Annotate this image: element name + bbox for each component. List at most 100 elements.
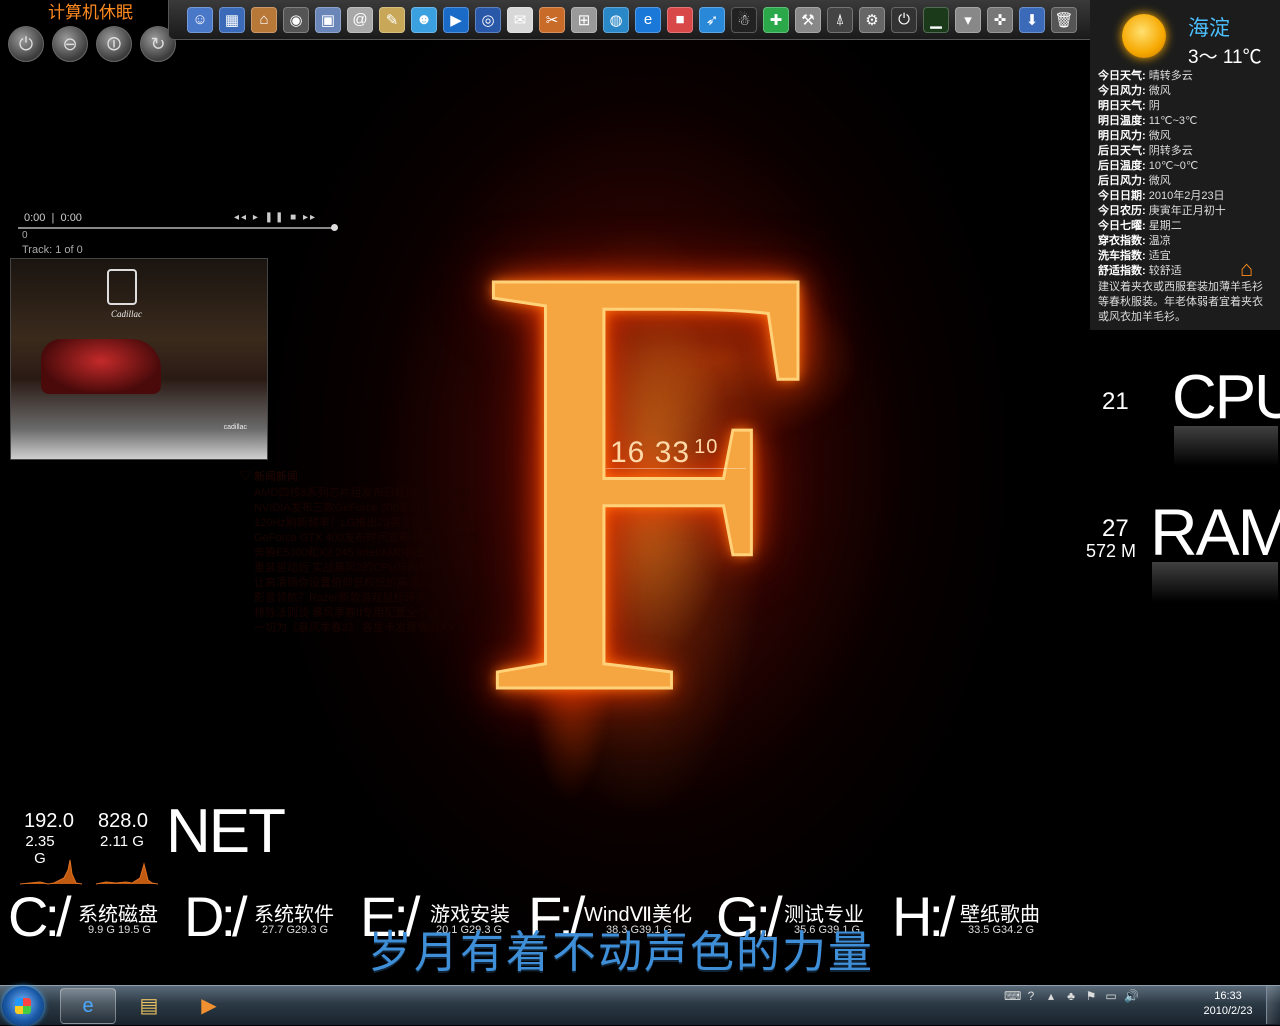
document-icon[interactable]: ✉ — [507, 6, 533, 33]
drive-letter: C:/ — [8, 885, 72, 948]
weather-row-key: 明日风力: — [1098, 130, 1146, 142]
news-item[interactable]: 让高清随你设置俯仰低权低价高清显卡推荐 — [254, 576, 540, 591]
start-button[interactable] — [2, 986, 44, 1026]
taskbar-media-button[interactable]: ▶ — [182, 988, 236, 1022]
ram-used: 572 M — [1086, 541, 1137, 561]
power-icon[interactable]: ⏻ — [891, 6, 917, 33]
hanger-icon[interactable]: ⍋ — [827, 6, 853, 33]
gauge-icon[interactable]: ◉ — [283, 6, 309, 33]
play-icon[interactable]: ▶ — [443, 6, 469, 33]
tools-icon[interactable]: ⚒ — [795, 6, 821, 33]
globe-icon[interactable]: ◍ — [603, 6, 629, 33]
weather-row: 今日日期: 2010年2月23日 — [1098, 189, 1276, 204]
weather-row-key: 舒适指数: — [1098, 265, 1146, 277]
player-times: 0:00 | 0:00 — [24, 212, 82, 224]
weather-row-value: 10℃~0℃ — [1148, 160, 1199, 172]
weather-row-key: 后日温度: — [1098, 160, 1146, 172]
taskbar-explorer-button[interactable]: ▤ — [122, 988, 176, 1022]
volume-icon[interactable]: 🔊 — [1124, 989, 1139, 1003]
finder-icon[interactable]: ☺ — [187, 6, 213, 33]
news-item[interactable]: 重装驱动后 实战暴风2的CPU与内存需求 — [254, 561, 540, 576]
news-item[interactable]: NVIDIA发布三款GeForce 300系列OEM显卡 — [254, 501, 540, 516]
show-hidden-icon[interactable]: ▴ — [1044, 989, 1058, 1003]
show-desktop-button[interactable] — [1266, 986, 1280, 1024]
weather-row-key: 洗车指数: — [1098, 250, 1146, 262]
news-item[interactable]: 奔腾E5300和X2 245 Intel/AMD销量王PK — [254, 546, 540, 561]
restart-button[interactable]: ⏼ — [96, 26, 132, 62]
weather-row-value: 阴转多云 — [1148, 145, 1193, 157]
trash-icon[interactable]: 🗑 — [1051, 6, 1077, 33]
sleep-gadget-title[interactable]: 计算机休眠 — [48, 0, 133, 23]
mail-icon[interactable]: @ — [347, 6, 373, 33]
note-icon[interactable]: ✎ — [379, 6, 405, 33]
sun-icon — [1122, 14, 1166, 58]
keyboard-icon[interactable]: ⌨ — [1004, 989, 1021, 1003]
windows-logo-icon — [15, 998, 31, 1014]
help-icon[interactable]: ? — [1024, 989, 1038, 1003]
weather-row-key: 明日天气: — [1098, 100, 1146, 112]
chart-icon[interactable]: ▁ — [923, 6, 949, 33]
ruler-icon[interactable]: ✂ — [539, 6, 565, 33]
network-icon[interactable]: ▭ — [1104, 989, 1118, 1003]
bird-icon[interactable]: ➶ — [699, 6, 725, 33]
weather-row: 穿衣指数: 温凉 — [1098, 234, 1276, 249]
browser-icon[interactable]: ◎ — [475, 6, 501, 33]
download-icon[interactable]: ⬇ — [1019, 6, 1045, 33]
ram-value: 27 — [1102, 515, 1129, 542]
weather-row-value: 温凉 — [1148, 235, 1171, 247]
action-center-icon[interactable]: ⚑ — [1084, 989, 1098, 1003]
weather-city[interactable]: 海淀 — [1188, 12, 1230, 42]
news-item[interactable]: 一切为《暴风季春2》 各显卡发挥情况大PK — [254, 621, 540, 636]
qq-icon[interactable]: ☃ — [731, 6, 757, 33]
taskbar-ie-button[interactable]: e — [60, 988, 116, 1024]
ie-icon[interactable]: e — [635, 6, 661, 33]
news-item[interactable]: 影音领航？Razer新款游戏鼠标评测 — [254, 591, 540, 606]
shutdown-button[interactable]: ⏻ — [8, 26, 44, 62]
weather-row: 后日温度: 10℃~0℃ — [1098, 159, 1276, 174]
home-icon[interactable]: ⌂ — [1240, 256, 1253, 282]
news-item[interactable]: GeForce GTX 400发布时间宣布 将等待一个月 — [254, 531, 540, 546]
weather-advice: 建议着夹衣或西服套装加薄羊毛衫等春秋服装。年老体弱者宜着夹衣或风衣加羊毛衫。 — [1098, 281, 1263, 323]
msn-icon[interactable]: ☻ — [411, 6, 437, 33]
weather-row: 今日风力: 微风 — [1098, 84, 1276, 99]
net-label: NET — [166, 797, 286, 866]
player-time-total: 0:00 — [60, 212, 82, 224]
cpu-value: 21 — [1102, 388, 1129, 415]
ie-icon: e — [82, 994, 94, 1017]
power-buttons: ⏻ ⊖ ⏼ ↻ — [8, 26, 176, 62]
cube-icon[interactable]: ■ — [667, 6, 693, 33]
news-item[interactable]: AMD四核8系列芯片组发布日程确定 4月26日 — [254, 486, 540, 501]
net-down-graph — [20, 859, 82, 885]
taskbar-clock[interactable]: 16:33 2010/2/23 — [1196, 989, 1260, 1019]
refresh-icon: ↻ — [150, 33, 166, 54]
weather-row-key: 穿衣指数: — [1098, 235, 1146, 247]
flame-clock-hm: 16 33 — [610, 436, 691, 469]
drive-letter: H:/ — [892, 885, 956, 948]
player-controls[interactable]: ◂◂ ▸ ❚❚ ■ ▸▸ — [234, 212, 317, 223]
gamepad-icon[interactable]: ✜ — [987, 6, 1013, 33]
logoff-button[interactable]: ⊖ — [52, 26, 88, 62]
explorer-icon: ▤ — [139, 994, 159, 1017]
weather-row-key: 今日天气: — [1098, 70, 1146, 82]
photo-gadget[interactable]: Cadillac cadillac — [10, 258, 268, 460]
news-item[interactable]: 排除法则谈 暴风季春II专用配置全个评 — [254, 606, 540, 621]
calculator-icon[interactable]: ⊞ — [571, 6, 597, 33]
shield-icon[interactable]: ✚ — [763, 6, 789, 33]
player-seek-bar[interactable] — [18, 224, 338, 231]
weather-row-key: 明日温度: — [1098, 115, 1146, 127]
settings-icon[interactable]: ⚙ — [859, 6, 885, 33]
weather-rows: 今日天气: 晴转多云 今日风力: 微风 明日天气: 阴明日温度: 11℃~3℃ 明日风… — [1098, 69, 1276, 279]
photo-icon[interactable]: ▣ — [315, 6, 341, 33]
windows-icon[interactable]: ▦ — [219, 6, 245, 33]
news-item[interactable]: 120Hz刷新频率！LG推出23英寸3D液晶 — [254, 516, 540, 531]
weather-row: 今日天气: 晴转多云 — [1098, 69, 1276, 84]
net-up-rate: 828.0 — [97, 810, 149, 832]
news-header[interactable]: ▽ 新闻新闻 — [240, 470, 540, 485]
app-tray-icon[interactable]: ♣ — [1064, 989, 1078, 1003]
home-icon[interactable]: ⌂ — [251, 6, 277, 33]
weather-row-value: 微风 — [1148, 130, 1171, 142]
net-up-total: 2.11 G — [100, 833, 144, 850]
flame-clock: 16 33 10 — [605, 436, 747, 470]
net-up-graph — [96, 862, 158, 885]
arrow-icon[interactable]: ▾ — [955, 6, 981, 33]
